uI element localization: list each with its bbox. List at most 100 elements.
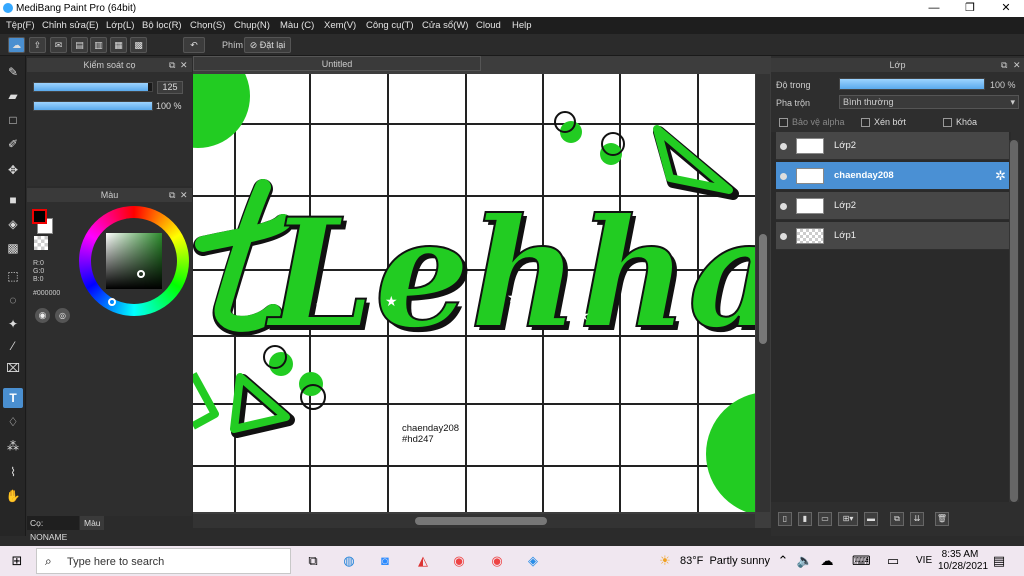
menu-cloud[interactable]: Cloud <box>476 20 501 31</box>
medibang-taskbar-icon[interactable]: ◈ <box>524 553 542 569</box>
layer-opacity-slider[interactable] <box>839 78 985 90</box>
chrome-icon[interactable]: ◉ <box>450 553 468 569</box>
maximize-button[interactable]: ❐ <box>952 0 988 17</box>
transparent-swatch[interactable] <box>34 236 48 250</box>
menu-file[interactable]: Tệp(F) <box>6 20 35 31</box>
notification-icon[interactable]: ▤ <box>990 553 1008 569</box>
panel-float-icon[interactable]: ⧉ <box>169 190 175 201</box>
grid-icon[interactable]: ▦ <box>110 37 127 53</box>
reset-button[interactable]: ⊘ Đặt lại <box>244 37 291 53</box>
menu-help[interactable]: Help <box>512 20 532 31</box>
brush-icon[interactable]: ✎ <box>3 62 23 82</box>
blend-mode-select[interactable]: Bình thường ▾ <box>839 95 1019 109</box>
clip-checkbox[interactable]: Xén bớt <box>861 117 906 128</box>
network-icon[interactable]: ▭ <box>884 553 902 569</box>
eraser-icon[interactable]: ▰ <box>3 86 23 106</box>
add-layer-menu-icon[interactable]: ⊞▾ <box>838 512 858 526</box>
bucket-icon[interactable]: ◈ <box>3 214 23 234</box>
magic-wand-icon[interactable]: ✦ <box>3 314 23 334</box>
text-tool-icon[interactable]: T <box>3 388 23 408</box>
keyboard-icon[interactable]: ⌨ <box>852 553 871 569</box>
layer-scrollbar[interactable] <box>1009 140 1019 502</box>
panel-close-icon[interactable]: ✕ <box>180 190 188 201</box>
chrome-profile-icon[interactable]: ◉ <box>488 553 506 569</box>
vertical-scrollbar[interactable] <box>756 74 770 512</box>
hue-wheel[interactable] <box>79 206 189 316</box>
layer-scroll-thumb[interactable] <box>1010 140 1018 502</box>
new-8bit-layer-icon[interactable]: ▭ <box>818 512 832 526</box>
menu-color[interactable]: Màu (C) <box>280 20 314 31</box>
brush-opacity-slider[interactable] <box>33 101 153 111</box>
palette-icon[interactable]: ◉ <box>35 308 50 323</box>
panel-float-icon[interactable]: ⧉ <box>1001 60 1007 71</box>
lasso-icon[interactable]: ◌ <box>3 290 23 310</box>
brush-tab[interactable]: Cọ: NONAME <box>27 516 79 542</box>
edge-icon[interactable]: ◍ <box>340 553 358 569</box>
vivaldi-icon[interactable]: ◭ <box>414 553 432 569</box>
layer-row-selected[interactable]: chaenday208 ✲ <box>776 162 1009 190</box>
vertical-scroll-thumb[interactable] <box>759 234 767 344</box>
zoom-icon[interactable]: ◙ <box>376 553 394 569</box>
panel-close-icon[interactable]: ✕ <box>1013 60 1021 71</box>
saturation-square[interactable] <box>106 233 162 289</box>
weather-text[interactable]: 83°F Partly sunny <box>680 555 770 567</box>
balloon-icon[interactable]: ♢ <box>3 412 23 432</box>
chevron-up-icon[interactable]: ⌃ <box>774 553 792 569</box>
protect-alpha-checkbox[interactable]: Bảo vệ alpha <box>779 117 845 128</box>
hue-cursor[interactable] <box>108 298 116 306</box>
onedrive-icon[interactable]: ☁ <box>818 553 836 569</box>
clock[interactable]: 8:35 AM 10/28/2021 <box>938 549 988 573</box>
select-pen-icon[interactable]: ⁄ <box>3 336 23 356</box>
share-icon[interactable]: ⇪ <box>29 37 46 53</box>
menu-edit[interactable]: Chỉnh sửa(E) <box>42 20 99 31</box>
comment-icon[interactable]: ✉ <box>50 37 67 53</box>
brush-size-value[interactable]: 125 <box>157 81 183 94</box>
close-button[interactable]: ✕ <box>988 0 1024 17</box>
color-tab[interactable]: Màu <box>80 516 104 530</box>
color-picker-cursor[interactable] <box>137 270 145 278</box>
chat-icon[interactable]: ▤ <box>71 37 88 53</box>
minimize-button[interactable]: — <box>916 0 952 17</box>
delete-layer-icon[interactable]: 🗑 <box>935 512 949 526</box>
folder-icon[interactable]: ▬ <box>864 512 878 526</box>
eye-icon[interactable] <box>780 233 787 240</box>
merge-layer-icon[interactable]: ⇊ <box>910 512 924 526</box>
undo-icon[interactable]: ↶ <box>183 37 205 53</box>
document-icon[interactable]: ▥ <box>90 37 107 53</box>
menu-layer[interactable]: Lớp(L) <box>106 20 134 31</box>
menu-window[interactable]: Cửa sổ(W) <box>422 20 468 31</box>
cloud-icon[interactable]: ☁ <box>8 37 25 53</box>
tiles-icon[interactable]: ▩ <box>130 37 147 53</box>
menu-tools[interactable]: Công cụ(T) <box>366 20 414 31</box>
select-eraser-icon[interactable]: ⌧ <box>3 358 23 378</box>
panel-float-icon[interactable]: ⧉ <box>169 60 175 71</box>
new-layer-icon[interactable]: ▯ <box>778 512 792 526</box>
layer-row[interactable]: Lớp2 <box>776 192 1009 220</box>
brush-size-slider[interactable] <box>33 82 153 92</box>
menu-view[interactable]: Xem(V) <box>324 20 356 31</box>
panel-close-icon[interactable]: ✕ <box>180 60 188 71</box>
canvas-tab[interactable]: Untitled <box>193 56 481 71</box>
gradient-icon[interactable]: ▩ <box>3 238 23 258</box>
pen-icon[interactable]: ✐ <box>3 134 23 154</box>
menu-select[interactable]: Chọn(S) <box>190 20 225 31</box>
speaker-icon[interactable]: 🔈 <box>796 553 814 569</box>
language-indicator[interactable]: VIE <box>916 555 932 566</box>
menu-capture[interactable]: Chụp(N) <box>234 20 270 31</box>
eyedropper-icon[interactable]: ⁂ <box>3 436 23 456</box>
dropper-icon[interactable]: ⌇ <box>3 462 23 482</box>
taskbar-search[interactable]: ⌕ Type here to search <box>36 548 291 574</box>
eye-icon[interactable] <box>780 173 787 180</box>
layer-row[interactable]: Lớp2 <box>776 132 1009 160</box>
duplicate-layer-icon[interactable]: ⧉ <box>890 512 904 526</box>
cloud-palette-icon[interactable]: ◎ <box>55 308 70 323</box>
windows-start-icon[interactable]: ⊞ <box>8 553 26 569</box>
move-icon[interactable]: ✥ <box>3 160 23 180</box>
eye-icon[interactable] <box>780 203 787 210</box>
task-view-icon[interactable]: ⧉ <box>304 553 322 569</box>
foreground-color-swatch[interactable] <box>32 209 47 224</box>
canvas[interactable]: Lehha Lehha ★ ★ ★ ★ ★ ★ ★ chaenday208 #hd247 <box>193 74 755 512</box>
lock-checkbox[interactable]: Khóa <box>943 117 977 128</box>
gear-icon[interactable]: ✲ <box>995 168 1006 184</box>
horizontal-scroll-thumb[interactable] <box>415 517 547 525</box>
